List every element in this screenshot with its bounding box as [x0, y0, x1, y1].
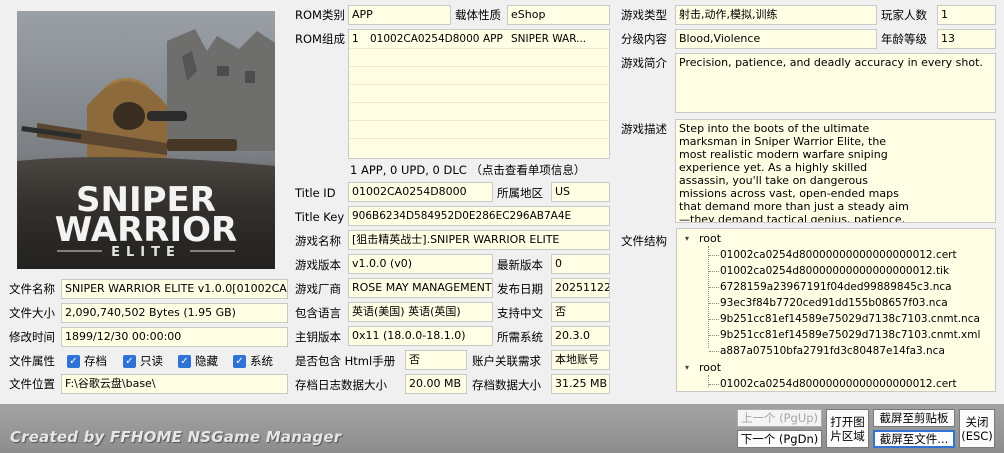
prev-button[interactable]: 上一个 (PgUp) [737, 409, 822, 427]
tree-item[interactable]: 01002ca0254d80000000000000000012.cert [720, 248, 957, 262]
release-date-field[interactable]: 20251122 [551, 278, 610, 298]
carrier-label: 载体性质 [455, 8, 501, 22]
latest-version-field[interactable]: 0 [551, 254, 610, 274]
titlekey-label: Title Key [295, 210, 345, 224]
file-structure-tree[interactable]: ▾ root 01002ca0254d80000000000000000012.… [676, 228, 996, 392]
save-log-size-label: 存档日志数据大小 [295, 378, 387, 392]
carrier-field[interactable]: eShop [507, 5, 610, 25]
file-location-label: 文件位置 [9, 377, 55, 391]
game-version-field[interactable]: v1.0.0 (v0) [348, 254, 493, 274]
age-rating-label: 年龄等级 [881, 32, 927, 46]
genre-field[interactable]: 射击,动作,模拟,训练 [675, 5, 877, 25]
rating-content-label: 分级内容 [621, 32, 667, 46]
chevron-down-icon[interactable]: ▾ [685, 363, 689, 372]
players-field[interactable]: 1 [937, 5, 996, 25]
publisher-label: 游戏厂商 [295, 282, 341, 296]
rom-summary-link[interactable]: 1 APP, 0 UPD, 0 DLC （点击查看单项信息） [350, 163, 585, 177]
modified-time-label: 修改时间 [9, 330, 55, 344]
publisher-field[interactable]: ROSE MAY MANAGEMENT LTD [348, 278, 493, 298]
intro-textarea[interactable]: Precision, patience, and deadly accuracy… [675, 53, 996, 113]
game-cover-image: SNIPER WARRIOR ELITE [17, 11, 275, 269]
file-location-field[interactable]: F:\谷歌云盘\base\ [61, 374, 288, 394]
rom-composition-list[interactable]: 1 01002CA0254D8000 APP SNIPER WAR... [348, 29, 610, 159]
chevron-down-icon[interactable]: ▾ [685, 234, 689, 243]
screenshot-to-clipboard-button[interactable]: 截屏至剪贴板 [873, 409, 955, 427]
tree-node-root[interactable]: root [699, 361, 721, 375]
account-link-label: 账户关联需求 [472, 354, 541, 368]
close-button[interactable]: 关闭 (ESC) [959, 409, 995, 448]
tree-item[interactable]: 01002ca0254d80000000000000000012.tik [720, 264, 949, 278]
age-rating-field[interactable]: 13 [937, 29, 996, 49]
check-icon: ✓ [123, 354, 136, 368]
file-size-field[interactable]: 2,090,740,502 Bytes (1.95 GB) [61, 303, 288, 323]
attr-hidden-checkbox[interactable]: ✓ 隐藏 [178, 353, 218, 369]
master-key-field[interactable]: 0x11 (18.0.0-18.1.0) [348, 326, 493, 346]
file-size-label: 文件大小 [9, 306, 55, 320]
attr-archive-checkbox[interactable]: ✓ 存档 [67, 353, 107, 369]
check-icon: ✓ [178, 354, 191, 368]
next-button[interactable]: 下一个 (PgDn) [737, 430, 822, 448]
intro-label: 游戏简介 [621, 56, 667, 70]
modified-time-field[interactable]: 1899/12/30 00:00:00 [61, 327, 288, 347]
screenshot-to-file-button[interactable]: 截屏至文件... [873, 430, 955, 448]
players-label: 玩家人数 [881, 8, 927, 22]
rom-composition-label: ROM组成 [295, 32, 345, 46]
game-version-label: 游戏版本 [295, 258, 341, 272]
tree-item[interactable]: 9b251cc81ef14589e75029d7138c7103.cnmt.nc… [720, 312, 980, 326]
description-label: 游戏描述 [621, 122, 667, 136]
master-key-label: 主钥版本 [295, 330, 341, 344]
tree-item[interactable]: 9b251cc81ef14589e75029d7138c7103.cnmt.xm… [720, 328, 980, 342]
titleid-label: Title ID [295, 186, 336, 200]
attr-system-checkbox[interactable]: ✓ 系统 [233, 353, 273, 369]
release-date-label: 发布日期 [497, 282, 543, 296]
tree-node-root[interactable]: root [699, 232, 721, 246]
check-icon: ✓ [233, 354, 246, 368]
region-field[interactable]: US [551, 182, 610, 202]
tree-item[interactable]: 6728159a23967191f04ded99889845c3.nca [720, 280, 952, 294]
language-field[interactable]: 英语(美国) 英语(英国) [348, 302, 493, 322]
titleid-field[interactable]: 01002CA0254D8000 [348, 182, 493, 202]
cover-title-line3: ELITE [111, 245, 181, 260]
rating-content-field[interactable]: Blood,Violence [675, 29, 877, 49]
language-label: 包含语言 [295, 306, 341, 320]
chinese-support-field[interactable]: 否 [551, 302, 610, 322]
titlekey-field[interactable]: 906B6234D584952D0E286EC296AB7A4E [348, 206, 610, 226]
open-image-area-button[interactable]: 打开图 片区域 [826, 409, 869, 448]
list-item[interactable]: 1 01002CA0254D8000 APP SNIPER WAR... [349, 32, 609, 46]
tree-item[interactable]: 01002ca0254d80000000000000000012.cert [720, 377, 957, 391]
cover-title-line2: WARRIOR [55, 210, 237, 250]
rom-type-field[interactable]: APP [348, 5, 451, 25]
check-icon: ✓ [67, 354, 80, 368]
html-manual-label: 是否包含 Html手册 [295, 354, 396, 368]
html-manual-field[interactable]: 否 [405, 350, 467, 370]
file-name-label: 文件名称 [9, 282, 55, 296]
tree-item[interactable]: a887a07510bfa2791fd3c80487e14fa3.nca [720, 344, 945, 358]
chinese-support-label: 支持中文 [497, 306, 543, 320]
save-log-size-field[interactable]: 20.00 MB [405, 374, 467, 394]
attr-readonly-checkbox[interactable]: ✓ 只读 [123, 353, 163, 369]
region-label: 所属地区 [497, 186, 543, 200]
file-attr-label: 文件属性 [9, 354, 55, 368]
required-system-field[interactable]: 20.3.0 [551, 326, 610, 346]
rom-type-label: ROM类别 [295, 8, 345, 22]
save-data-size-field[interactable]: 31.25 MB [551, 374, 610, 394]
account-link-field[interactable]: 本地账号 [551, 350, 610, 370]
tree-item[interactable]: 93ec3f84b7720ced91dd155b08657f03.nca [720, 296, 948, 310]
genre-label: 游戏类型 [621, 8, 667, 22]
file-structure-label: 文件结构 [621, 234, 667, 248]
save-data-size-label: 存档数据大小 [472, 378, 541, 392]
latest-version-label: 最新版本 [497, 258, 543, 272]
required-system-label: 所需系统 [497, 330, 543, 344]
file-name-field[interactable]: SNIPER WARRIOR ELITE v1.0.0[01002CA025 [61, 279, 288, 299]
game-name-label: 游戏名称 [295, 234, 341, 248]
credit-text: Created by FFHOME NSGame Manager [10, 428, 342, 446]
description-textarea[interactable]: Step into the boots of the ultimate mark… [675, 119, 996, 223]
game-name-field[interactable]: [狙击精英战士].SNIPER WARRIOR ELITE [348, 230, 610, 250]
